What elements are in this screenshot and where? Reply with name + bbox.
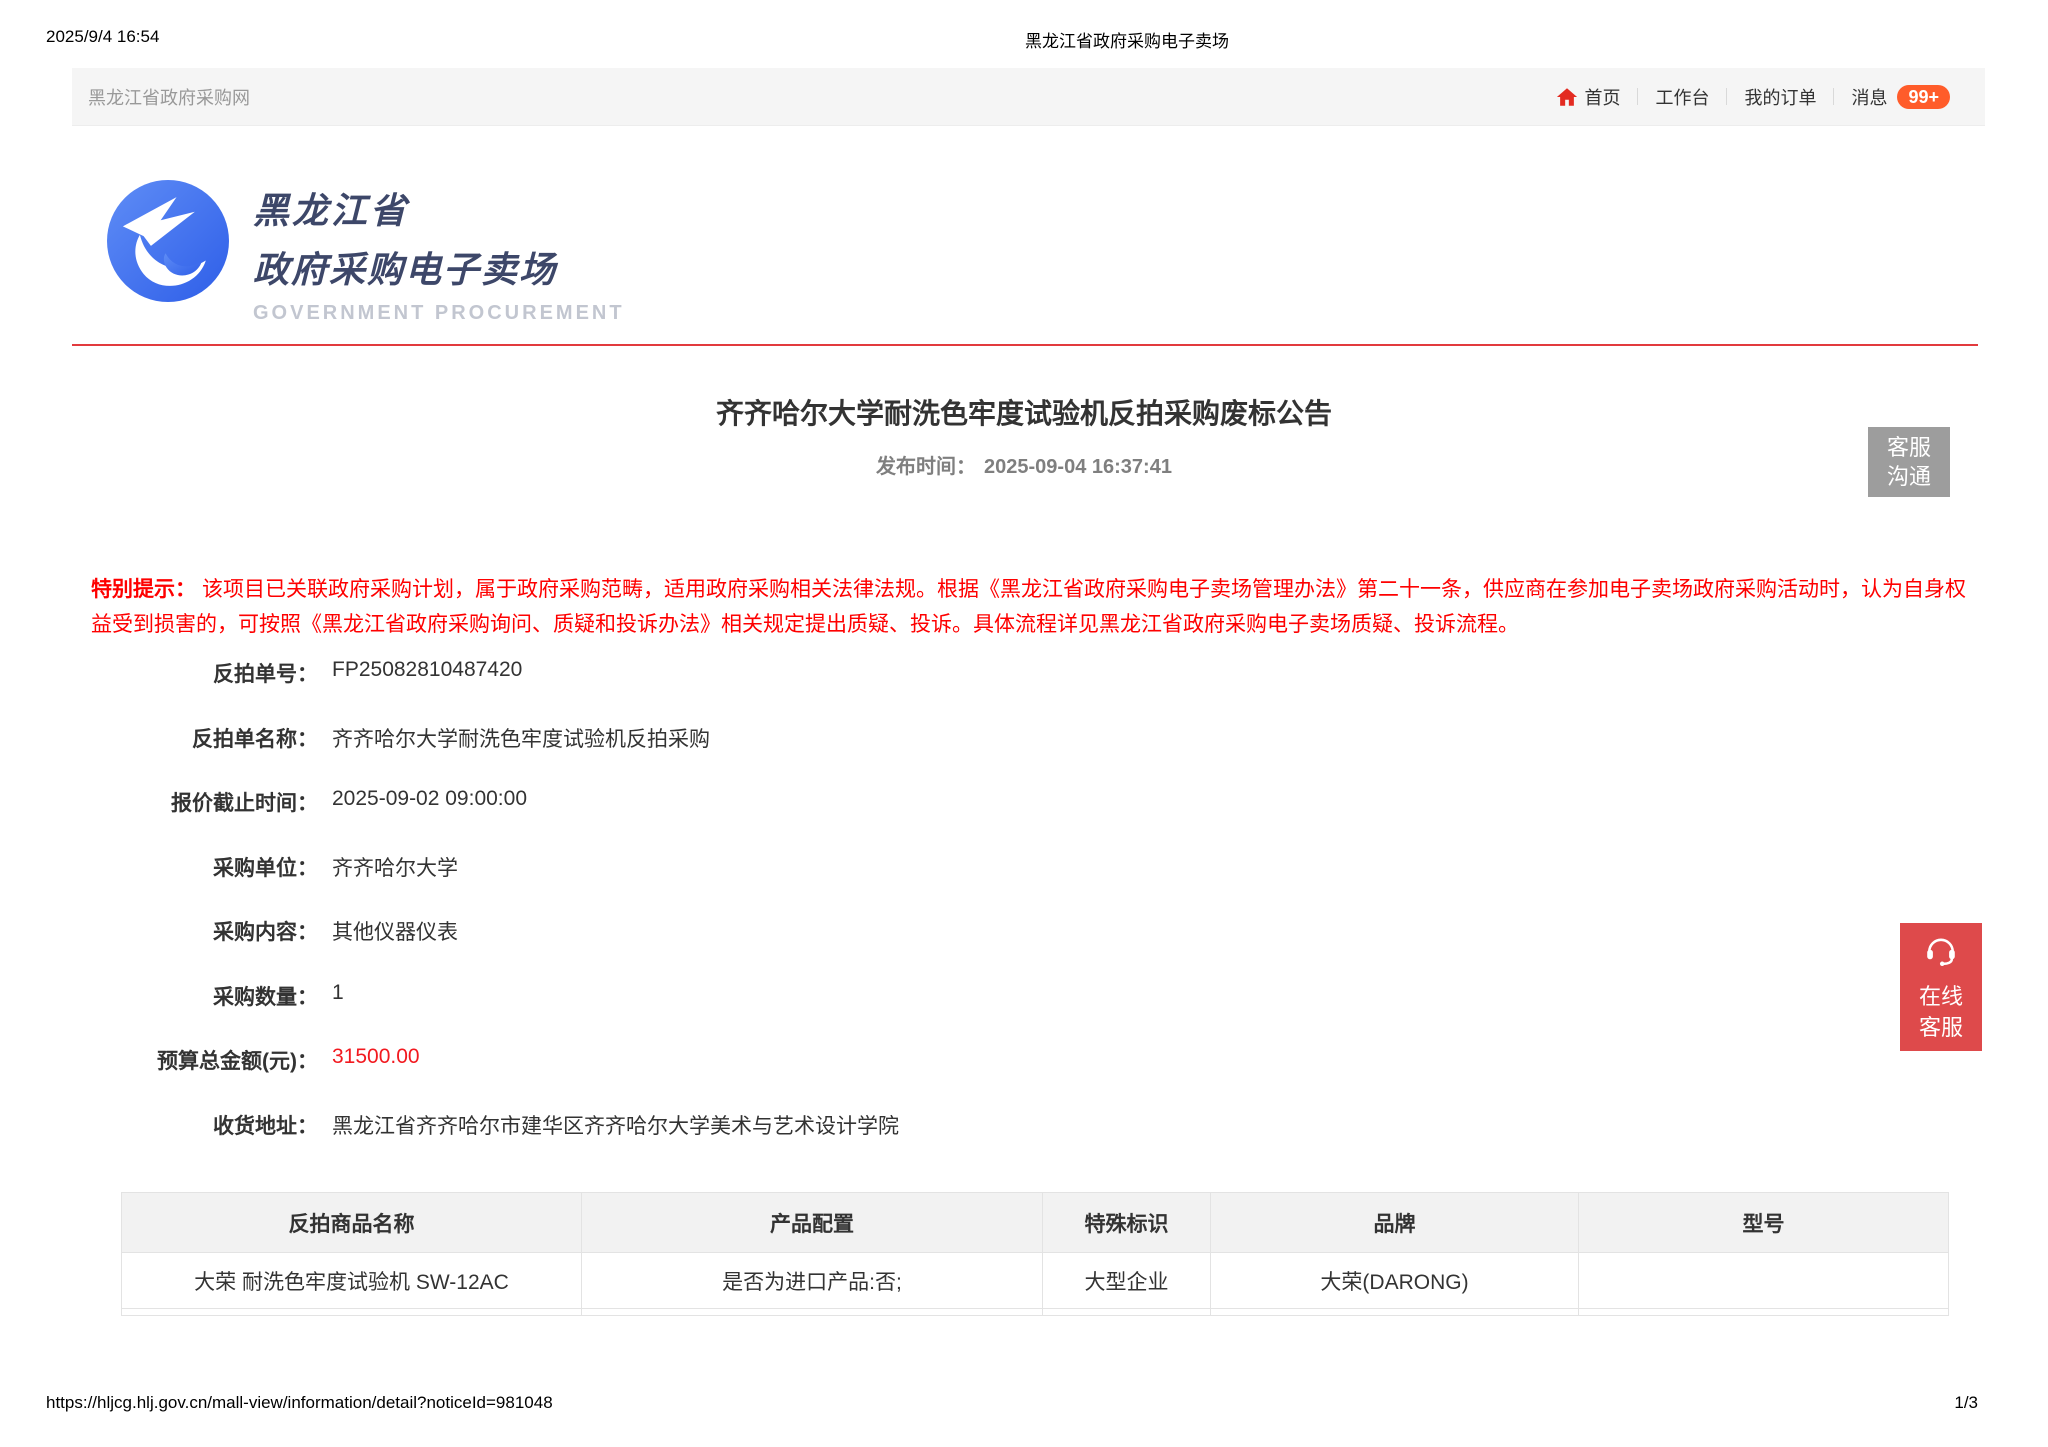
- field-label: 采购内容：: [0, 916, 318, 946]
- field-row-bid-number: 反拍单号： FP25082810487420: [0, 658, 2048, 688]
- home-icon: [1556, 86, 1578, 108]
- message-count-badge[interactable]: 99+: [1897, 85, 1950, 109]
- field-label: 反拍单号：: [0, 658, 318, 688]
- customer-service-chat-button[interactable]: 客服 沟通: [1868, 427, 1950, 497]
- field-row-bid-name: 反拍单名称： 齐齐哈尔大学耐洗色牢度试验机反拍采购: [0, 723, 2048, 753]
- logo-line2: 政府采购电子卖场: [253, 241, 625, 293]
- field-label: 报价截止时间：: [0, 787, 318, 817]
- print-datetime: 2025/9/4 16:54: [46, 27, 159, 47]
- cell-brand: 大荣(DARONG): [1211, 1253, 1579, 1309]
- field-value: 其他仪器仪表: [332, 916, 1928, 946]
- col-header-special-mark: 特殊标识: [1043, 1193, 1211, 1253]
- logo-line3: GOVERNMENT PROCUREMENT: [253, 302, 625, 325]
- publish-time-value: 2025-09-04 16:37:41: [984, 456, 1172, 478]
- field-label: 反拍单名称：: [0, 723, 318, 753]
- field-value: 齐齐哈尔大学: [332, 852, 1928, 882]
- field-value-budget: 31500.00: [332, 1045, 1928, 1069]
- site-name[interactable]: 黑龙江省政府采购网: [88, 84, 250, 110]
- field-label: 采购单位：: [0, 852, 318, 882]
- field-value: FP25082810487420: [332, 658, 1928, 682]
- field-label: 预算总金额(元)：: [0, 1045, 318, 1075]
- publish-time-line: 发布时间： 2025-09-04 16:37:41: [0, 450, 2048, 479]
- headset-icon: [1923, 932, 1959, 973]
- special-notice: 特别提示：该项目已关联政府采购计划，属于政府采购范畴，适用政府采购相关法律法规。…: [91, 572, 1969, 642]
- print-document-title: 黑龙江省政府采购电子卖场: [1025, 27, 1229, 52]
- field-value: 齐齐哈尔大学耐洗色牢度试验机反拍采购: [332, 723, 1928, 753]
- nav-item-label: 首页: [1584, 84, 1620, 110]
- red-divider: [72, 344, 1978, 346]
- nav-item-workbench[interactable]: 工作台: [1638, 84, 1726, 110]
- cs-chat-label-2: 沟通: [1868, 462, 1950, 491]
- publish-time-label: 发布时间：: [876, 456, 976, 478]
- product-table: 反拍商品名称 产品配置 特殊标识 品牌 型号 大荣 耐洗色牢度试验机 SW-12…: [121, 1192, 1949, 1316]
- cell-model: [1579, 1253, 1949, 1309]
- nav-item-label: 工作台: [1655, 84, 1709, 110]
- field-value: 黑龙江省齐齐哈尔市建华区齐齐哈尔大学美术与艺术设计学院: [332, 1110, 1928, 1140]
- field-row-budget: 预算总金额(元)： 31500.00: [0, 1045, 2048, 1075]
- special-notice-prefix: 特别提示：: [91, 578, 196, 601]
- logo-text: 黑龙江省 政府采购电子卖场 GOVERNMENT PROCUREMENT: [253, 180, 625, 325]
- cell-product-name: 大荣 耐洗色牢度试验机 SW-12AC: [122, 1253, 582, 1309]
- field-label: 采购数量：: [0, 981, 318, 1011]
- cell-configuration: 是否为进口产品:否;: [582, 1253, 1043, 1309]
- online-customer-service-button[interactable]: 在线 客服: [1900, 923, 1982, 1051]
- field-value: 2025-09-02 09:00:00: [332, 787, 1928, 811]
- cs-chat-label-1: 客服: [1868, 433, 1950, 462]
- field-row-quantity: 采购数量： 1: [0, 981, 2048, 1011]
- field-label: 收货地址：: [0, 1110, 318, 1140]
- logo-line1: 黑龙江省: [253, 182, 625, 234]
- print-footer-url: https://hljcg.hlj.gov.cn/mall-view/infor…: [46, 1393, 553, 1413]
- logo-dragon-icon: [105, 180, 231, 302]
- col-header-model: 型号: [1579, 1193, 1949, 1253]
- field-value: 1: [332, 981, 1928, 1005]
- field-row-deadline: 报价截止时间： 2025-09-02 09:00:00: [0, 787, 2048, 817]
- nav-item-label: 消息: [1851, 84, 1887, 110]
- table-header-row: 反拍商品名称 产品配置 特殊标识 品牌 型号: [122, 1193, 1949, 1253]
- online-cs-label-1: 在线: [1919, 981, 1963, 1012]
- print-footer-page-number: 1/3: [1954, 1393, 1978, 1413]
- special-notice-text: 该项目已关联政府采购计划，属于政府采购范畴，适用政府采购相关法律法规。根据《黑龙…: [91, 578, 1966, 636]
- site-logo[interactable]: 黑龙江省 政府采购电子卖场 GOVERNMENT PROCUREMENT: [105, 180, 625, 325]
- nav-menu: 首页 工作台 我的订单 消息 99+: [1556, 84, 1967, 110]
- online-cs-label-2: 客服: [1919, 1012, 1963, 1043]
- cell-special-mark: 大型企业: [1043, 1253, 1211, 1309]
- col-header-brand: 品牌: [1211, 1193, 1579, 1253]
- page-title: 齐齐哈尔大学耐洗色牢度试验机反拍采购废标公告: [0, 392, 2048, 432]
- field-row-address: 收货地址： 黑龙江省齐齐哈尔市建华区齐齐哈尔大学美术与艺术设计学院: [0, 1110, 2048, 1140]
- nav-item-orders[interactable]: 我的订单: [1727, 84, 1833, 110]
- top-navbar: 黑龙江省政府采购网 首页 工作台 我的订单 消息 99+: [72, 68, 1985, 126]
- nav-item-label: 我的订单: [1744, 84, 1816, 110]
- nav-item-home[interactable]: 首页: [1556, 84, 1637, 110]
- field-row-content: 采购内容： 其他仪器仪表: [0, 916, 2048, 946]
- field-row-purchaser: 采购单位： 齐齐哈尔大学: [0, 852, 2048, 882]
- nav-item-messages[interactable]: 消息 99+: [1834, 84, 1967, 110]
- table-row: 大荣 耐洗色牢度试验机 SW-12AC 是否为进口产品:否; 大型企业 大荣(D…: [122, 1253, 1949, 1309]
- table-row-cutoff: [122, 1309, 1949, 1316]
- col-header-product-name: 反拍商品名称: [122, 1193, 582, 1253]
- col-header-configuration: 产品配置: [582, 1193, 1043, 1253]
